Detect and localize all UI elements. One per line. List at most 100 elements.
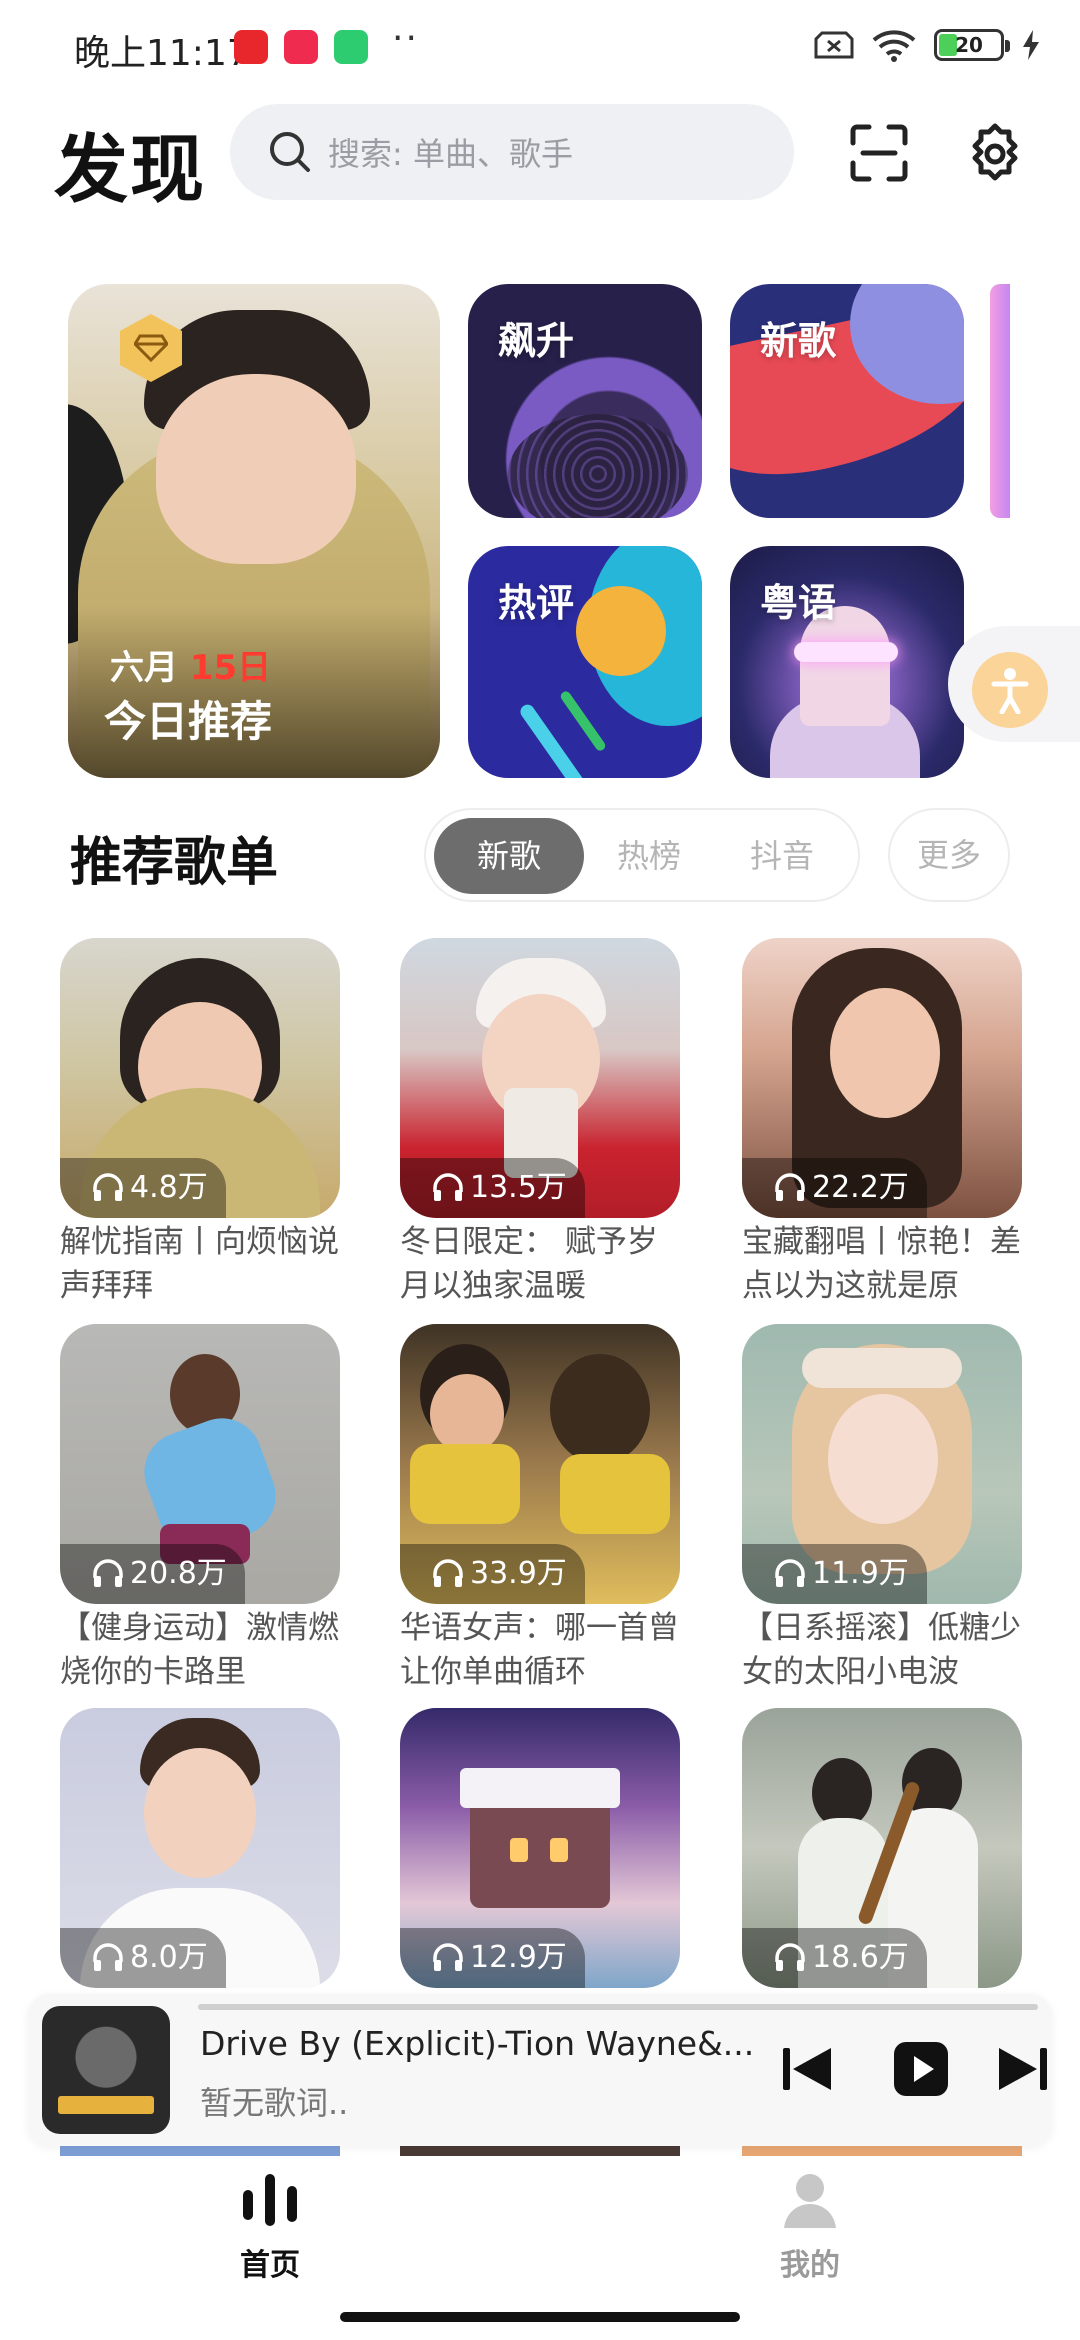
player-album-art — [42, 2006, 170, 2134]
accessibility-float[interactable] — [948, 626, 1080, 742]
play-count: 18.6万 — [742, 1928, 927, 1988]
cover-art-face — [156, 374, 356, 564]
tile-next-peek[interactable] — [990, 284, 1010, 518]
playlist-cover: 8.0万 — [60, 1708, 340, 1988]
nav-home-label: 首页 — [240, 2248, 300, 2283]
nav-profile[interactable]: 我的 — [730, 2170, 890, 2284]
scan-button[interactable] — [844, 118, 914, 188]
playlist-card[interactable]: 22.2万 宝藏翻唱丨惊艳！差点以为这就是原 — [742, 938, 1022, 1308]
play-count: 22.2万 — [742, 1158, 927, 1218]
nav-home[interactable]: 首页 — [190, 2170, 350, 2284]
play-icon — [894, 2042, 948, 2096]
play-count-value: 8.0万 — [130, 1940, 208, 1975]
play-count: 11.9万 — [742, 1544, 927, 1604]
playlist-title: 解忧指南丨向烦恼说声拜拜 — [60, 1224, 339, 1304]
mini-player[interactable]: Drive By (Explicit)-Tion Wayne&... 暂无歌词.… — [28, 1994, 1052, 2146]
previous-button[interactable] — [772, 2034, 842, 2104]
album-art-title-graphic — [58, 2096, 154, 2114]
next-row-peek — [60, 2146, 340, 2156]
profile-icon — [784, 2174, 836, 2228]
playlist-card[interactable]: 11.9万 【日系摇滚】低糖少女的太阳小电波 — [742, 1324, 1022, 1694]
more-button[interactable]: 更多 — [888, 808, 1010, 902]
daily-recommend-card[interactable]: 六月 15日 今日推荐 — [68, 284, 440, 778]
playlist-card[interactable]: 8.0万 — [60, 1708, 340, 1988]
tab-douyin[interactable]: 抖音 — [714, 818, 850, 894]
playlist-card[interactable]: 33.9万 华语女声：哪一首曾让你单曲循环 — [400, 1324, 680, 1694]
playlist-cover: 22.2万 — [742, 938, 1022, 1218]
play-count: 13.5万 — [400, 1158, 585, 1218]
playlist-card[interactable]: 12.9万 — [400, 1708, 680, 1988]
player-song-title: Drive By (Explicit)-Tion Wayne&... — [200, 2024, 755, 2063]
headphones-icon — [775, 1559, 805, 1587]
settings-gear-icon — [972, 123, 1018, 181]
playlist-card[interactable]: 18.6万 — [742, 1708, 1022, 1988]
tile-label: 热评 — [498, 581, 575, 625]
playlist-tabs: 新歌 热榜 抖音 — [424, 808, 860, 902]
player-lyrics: 暂无歌词.. — [200, 2084, 349, 2122]
more-notifications-icon: ·· — [392, 18, 419, 59]
play-count-value: 20.8万 — [130, 1556, 227, 1591]
next-button[interactable] — [988, 2034, 1058, 2104]
playlist-card[interactable]: 20.8万 【健身运动】激情燃烧你的卡路里 — [60, 1324, 340, 1694]
playlist-title: 【健身运动】激情燃烧你的卡路里 — [60, 1610, 339, 1690]
play-count: 4.8万 — [60, 1158, 226, 1218]
play-count-value: 11.9万 — [812, 1556, 909, 1591]
playlist-cover: 33.9万 — [400, 1324, 680, 1604]
play-count: 12.9万 — [400, 1928, 585, 1988]
headphones-icon — [433, 1173, 463, 1201]
wifi-icon — [872, 30, 916, 62]
tile-rising[interactable]: 飙升 — [468, 284, 702, 518]
tab-new-songs[interactable]: 新歌 — [434, 818, 584, 894]
status-bar: 晚上11:17 ·· 20 — [0, 0, 1080, 96]
tile-label: 飙升 — [498, 319, 575, 363]
playlist-card[interactable]: 4.8万 解忧指南丨向烦恼说声拜拜 — [60, 938, 340, 1308]
battery-level: 20 — [955, 33, 983, 57]
playback-progress[interactable] — [198, 2004, 1038, 2010]
headphones-icon — [433, 1943, 463, 1971]
play-count-value: 13.5万 — [470, 1170, 567, 1205]
accessibility-icon — [972, 652, 1048, 728]
headphones-icon — [433, 1559, 463, 1587]
playlist-cover: 4.8万 — [60, 938, 340, 1218]
tab-hot-list[interactable]: 热榜 — [584, 818, 714, 894]
playlist-cover: 13.5万 — [400, 938, 680, 1218]
tile-label: 新歌 — [760, 319, 837, 363]
tile-hot-comments[interactable]: 热评 — [468, 546, 702, 778]
daily-month: 六月 — [110, 648, 178, 688]
daily-day: 15日 — [189, 648, 272, 688]
play-count-value: 18.6万 — [812, 1940, 909, 1975]
play-count-value: 4.8万 — [130, 1170, 208, 1205]
next-icon — [999, 2048, 1047, 2090]
sim-off-icon — [814, 31, 854, 59]
tile-new-songs[interactable]: 新歌 — [730, 284, 964, 518]
daily-title: 今日推荐 — [104, 697, 273, 746]
play-count: 8.0万 — [60, 1928, 226, 1988]
playlist-card[interactable]: 13.5万 冬日限定： 赋予岁月以独家温暖 — [400, 938, 680, 1308]
settings-button[interactable] — [960, 118, 1030, 188]
security-notification-icon — [334, 30, 368, 64]
tile-cantonese[interactable]: 粤语 — [730, 546, 964, 778]
headphones-icon — [93, 1559, 123, 1587]
battery-icon: 20 — [934, 29, 1010, 61]
xiaohongshu-notification-icon — [284, 30, 318, 64]
tile-label: 粤语 — [760, 581, 837, 625]
playlist-title: 冬日限定： 赋予岁月以独家温暖 — [400, 1224, 658, 1304]
charging-icon — [1023, 30, 1039, 60]
page-title: 发现 — [54, 127, 206, 213]
search-placeholder: 搜索: 单曲、歌手 — [328, 135, 573, 173]
tile-decoration — [794, 642, 898, 662]
tile-decoration — [576, 586, 666, 676]
scan-icon — [850, 124, 908, 182]
status-time: 晚上11:17 — [74, 33, 250, 74]
headphones-icon — [775, 1173, 805, 1201]
search-input[interactable]: 搜索: 单曲、歌手 — [230, 104, 794, 200]
netease-notification-icon — [234, 30, 268, 64]
next-row-peek — [742, 2146, 1022, 2156]
play-button[interactable] — [886, 2034, 956, 2104]
play-count-value: 12.9万 — [470, 1940, 567, 1975]
playlist-cover: 12.9万 — [400, 1708, 680, 1988]
home-indicator[interactable] — [340, 2312, 740, 2322]
daily-date: 六月 15日 — [110, 640, 271, 689]
home-waveform-icon — [243, 2174, 297, 2226]
section-title: 推荐歌单 — [70, 833, 279, 893]
